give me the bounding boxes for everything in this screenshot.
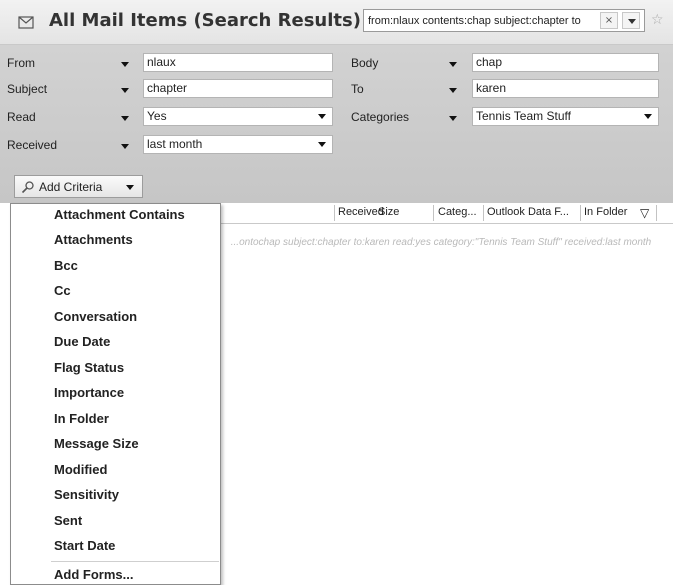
chevron-down-icon: [628, 19, 636, 24]
menu-item-due-date[interactable]: Due Date: [54, 334, 110, 349]
menu-item-importance[interactable]: Importance: [54, 385, 124, 400]
chevron-down-icon: [318, 142, 326, 147]
add-criteria-menu: Attachment Contains Attachments Bcc Cc C…: [10, 203, 221, 585]
column-in-folder[interactable]: In Folder: [581, 206, 641, 218]
search-input[interactable]: [368, 12, 596, 29]
column-size[interactable]: Size: [375, 206, 420, 218]
criteria-label-received: Received: [7, 138, 58, 152]
criteria-body-input[interactable]: chap: [472, 53, 659, 72]
criteria-categories-select[interactable]: Tennis Team Stuff: [472, 107, 659, 126]
column-categories[interactable]: Categ...: [435, 206, 482, 218]
menu-item-attachment-contains[interactable]: Attachment Contains: [54, 207, 185, 222]
search-results-header: All Mail Items (Search Results) × ☆: [0, 0, 673, 45]
criteria-label-subject: Subject: [7, 82, 48, 96]
search-options-button[interactable]: [622, 12, 640, 29]
criteria-from-input[interactable]: nlaux: [143, 53, 333, 72]
menu-item-cc[interactable]: Cc: [54, 283, 71, 298]
column-divider: [656, 205, 657, 221]
criteria-subject-input[interactable]: chapter: [143, 79, 333, 98]
criteria-received-value: last month: [147, 137, 203, 151]
menu-item-in-folder[interactable]: In Folder: [54, 411, 109, 426]
criteria-body-operator-dropdown[interactable]: [449, 62, 457, 67]
criteria-label-body: Body: [351, 56, 379, 70]
criteria-read-select[interactable]: Yes: [143, 107, 333, 126]
menu-item-add-forms[interactable]: Add Forms...: [54, 567, 133, 582]
menu-item-modified[interactable]: Modified: [54, 462, 107, 477]
criteria-to-operator-dropdown[interactable]: [449, 88, 457, 93]
empty-results-message: ...ontochap subject:chapter to:karen rea…: [230, 237, 652, 248]
criteria-read-value: Yes: [147, 109, 167, 123]
column-outlook-data-file[interactable]: Outlook Data F...: [484, 206, 579, 218]
menu-item-bcc[interactable]: Bcc: [54, 258, 78, 273]
criteria-from-operator-dropdown[interactable]: [121, 62, 129, 67]
criteria-received-select[interactable]: last month: [143, 135, 333, 154]
menu-item-flag-status[interactable]: Flag Status: [54, 360, 124, 375]
menu-item-start-date[interactable]: Start Date: [54, 538, 115, 553]
menu-item-attachments[interactable]: Attachments: [54, 232, 133, 247]
page-title: All Mail Items (Search Results): [49, 10, 361, 31]
column-received[interactable]: Received: [335, 206, 384, 218]
chevron-down-icon: [318, 114, 326, 119]
menu-item-conversation[interactable]: Conversation: [54, 309, 137, 324]
clear-search-button[interactable]: ×: [600, 12, 618, 29]
add-criteria-label: Add Criteria: [39, 180, 103, 194]
search-criteria-icon: [21, 181, 34, 194]
menu-separator: [51, 561, 219, 562]
criteria-categories-operator-dropdown[interactable]: [449, 116, 457, 121]
criteria-label-from: From: [7, 56, 35, 70]
criteria-to-input[interactable]: karen: [472, 79, 659, 98]
criteria-read-operator-dropdown[interactable]: [121, 116, 129, 121]
criteria-received-operator-dropdown[interactable]: [121, 144, 129, 149]
criteria-label-categories: Categories: [351, 110, 410, 124]
criteria-label-to: To: [351, 82, 364, 96]
chevron-down-icon: [126, 185, 134, 190]
menu-item-sent[interactable]: Sent: [54, 513, 82, 528]
search-box[interactable]: ×: [363, 9, 645, 32]
chevron-down-icon: [644, 114, 652, 119]
criteria-subject-operator-dropdown[interactable]: [121, 88, 129, 93]
column-divider: [433, 205, 434, 221]
message-list-column-header: Received Size Categ... Outlook Data F...…: [220, 203, 673, 224]
mail-folder-icon: [18, 16, 34, 29]
criteria-label-read: Read: [7, 110, 36, 124]
filter-icon[interactable]: ▽: [640, 206, 654, 220]
search-criteria-panel: From nlaux Body chap Subject chapter To …: [0, 45, 673, 203]
menu-item-message-size[interactable]: Message Size: [54, 436, 139, 451]
star-icon[interactable]: ☆: [651, 12, 664, 28]
menu-item-sensitivity[interactable]: Sensitivity: [54, 487, 119, 502]
criteria-categories-value: Tennis Team Stuff: [476, 109, 571, 123]
add-criteria-button[interactable]: Add Criteria: [14, 175, 143, 198]
